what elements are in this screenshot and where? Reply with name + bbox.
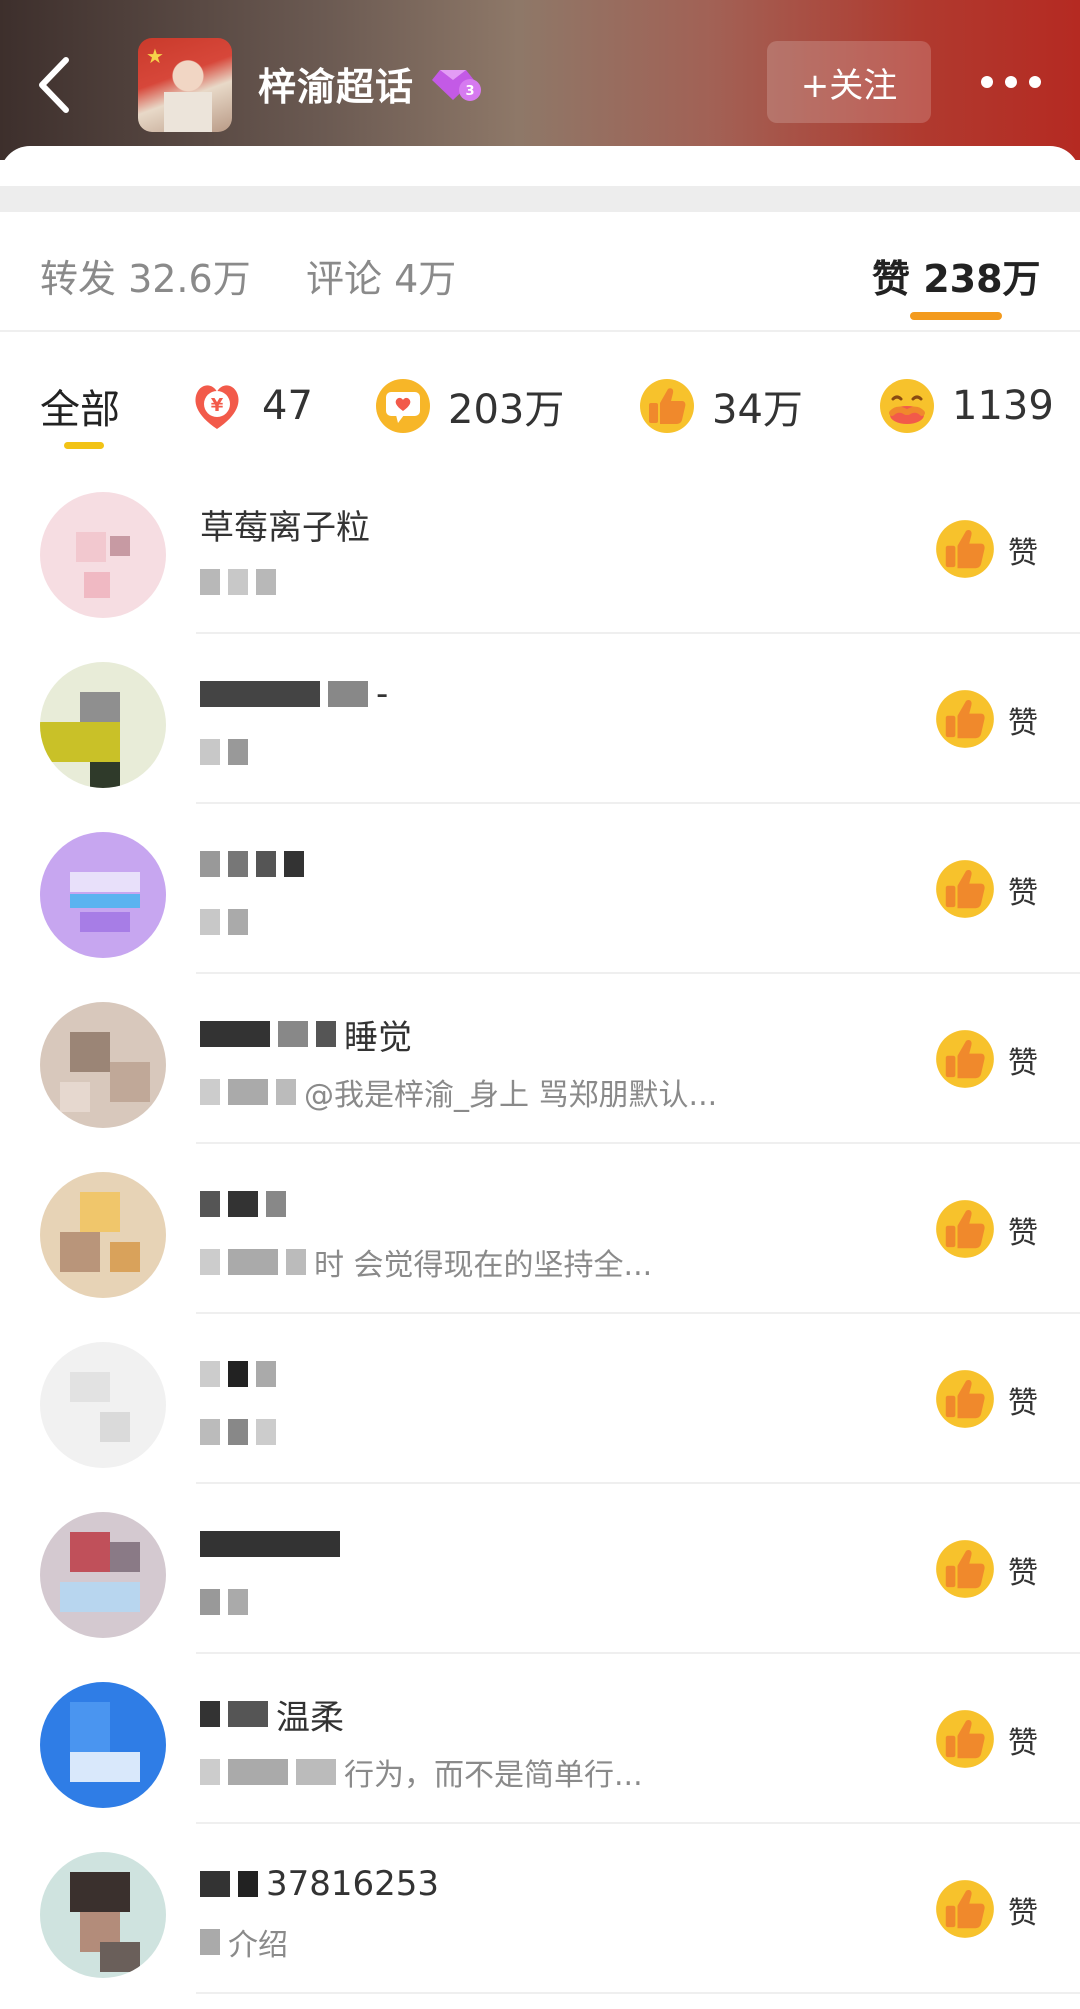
user-name — [200, 842, 312, 886]
interaction-tabs: 转发 32.6万 评论 4万 赞 238万 — [0, 212, 1080, 332]
thumbs-up-icon[interactable] — [934, 518, 996, 580]
topic-avatar[interactable]: ★ — [138, 38, 232, 132]
thumbs-up-icon[interactable] — [934, 1028, 996, 1090]
user-name — [200, 1352, 284, 1396]
chevron-left-icon — [39, 57, 69, 113]
like-label[interactable]: 赞 — [1008, 1208, 1038, 1252]
thumbs-up-icon[interactable] — [934, 1198, 996, 1260]
svg-text:3: 3 — [465, 84, 474, 99]
user-name: 睡觉 — [200, 1012, 412, 1058]
avatar[interactable] — [40, 492, 166, 618]
back-button[interactable] — [28, 50, 84, 120]
list-item[interactable]: - 赞 — [0, 634, 1080, 804]
avatar[interactable] — [40, 1172, 166, 1298]
reaction-filter-bar: 全部 ¥ 47 203万 34万 1139 — [0, 334, 1080, 464]
avatar[interactable] — [40, 1512, 166, 1638]
section-separator — [0, 186, 1080, 212]
reward-count: 47 — [262, 383, 313, 429]
list-item[interactable]: 时 会觉得现在的坚持全... 赞 — [0, 1144, 1080, 1314]
hug-emoji-icon — [880, 379, 934, 433]
list-item[interactable]: 赞 — [0, 1484, 1080, 1654]
heart-bubble-icon — [376, 379, 430, 433]
list-item[interactable]: 温柔 行为，而不是简单行... 赞 — [0, 1654, 1080, 1824]
follow-button[interactable]: +关注 — [767, 41, 931, 123]
user-description — [200, 1582, 256, 1622]
avatar[interactable] — [40, 1852, 166, 1978]
user-description — [200, 562, 284, 602]
topic-title[interactable]: 梓渝超话 — [258, 56, 414, 111]
like-label[interactable]: 赞 — [1008, 1888, 1038, 1932]
svg-text:¥: ¥ — [211, 395, 224, 416]
thumbs-up-icon — [640, 379, 694, 433]
list-item[interactable]: 睡觉 @我是梓渝_身上 骂郑朋默认... 赞 — [0, 974, 1080, 1144]
hug-count: 1139 — [952, 383, 1054, 429]
user-description: 介绍 — [200, 1922, 288, 1963]
list-item[interactable]: 赞 — [0, 1314, 1080, 1484]
like-label[interactable]: 赞 — [1008, 1718, 1038, 1762]
avatar[interactable] — [40, 662, 166, 788]
list-item[interactable]: 37816253 介绍 赞 — [0, 1824, 1080, 1994]
user-name: 37816253 — [200, 1862, 439, 1906]
user-name: 草莓离子粒 — [200, 507, 370, 548]
avatar[interactable] — [40, 832, 166, 958]
like-label[interactable]: 赞 — [1008, 1038, 1038, 1082]
like-label[interactable]: 赞 — [1008, 868, 1038, 912]
tab-comment[interactable]: 评论 4万 — [306, 248, 456, 303]
avatar-person-image — [164, 60, 212, 132]
heart-count: 203万 — [448, 387, 565, 433]
thumbs-up-icon[interactable] — [934, 858, 996, 920]
filter-heart[interactable]: 203万 — [374, 378, 564, 434]
thumb-count: 34万 — [712, 387, 803, 433]
active-tab-indicator — [910, 312, 1002, 320]
avatar[interactable] — [40, 1002, 166, 1128]
top-bar: ★ 梓渝超话 3 +关注 — [0, 0, 1080, 160]
filter-all-label: 全部 — [40, 387, 120, 433]
liker-list: 草莓离子粒 赞 - 赞 赞 睡觉 @我是梓渝_身上 骂郑朋默认... 赞 时 会… — [0, 464, 1080, 1994]
like-label[interactable]: 赞 — [1008, 698, 1038, 742]
user-description — [200, 1412, 284, 1452]
like-label[interactable]: 赞 — [1008, 1378, 1038, 1422]
tab-repost[interactable]: 转发 32.6万 — [40, 248, 251, 303]
avatar[interactable] — [40, 1342, 166, 1468]
thumbs-up-icon[interactable] — [934, 1878, 996, 1940]
filter-active-indicator — [64, 442, 104, 449]
list-item[interactable]: 赞 — [0, 804, 1080, 974]
user-name: - — [200, 672, 388, 716]
user-description — [200, 902, 256, 942]
filter-reward[interactable]: ¥ 47 — [188, 378, 313, 434]
like-label[interactable]: 赞 — [1008, 1548, 1038, 1592]
flag-star-icon: ★ — [146, 44, 164, 68]
filter-thumbs-up[interactable]: 34万 — [638, 378, 803, 434]
like-label[interactable]: 赞 — [1008, 528, 1038, 572]
user-description: 行为，而不是简单行... — [200, 1752, 643, 1793]
user-description: 时 会觉得现在的坚持全... — [200, 1242, 652, 1283]
list-item[interactable]: 草莓离子粒 赞 — [0, 464, 1080, 634]
user-name — [200, 1182, 294, 1226]
thumbs-up-icon[interactable] — [934, 1708, 996, 1770]
user-name: 温柔 — [200, 1692, 344, 1738]
user-name — [200, 1522, 348, 1566]
thumbs-up-icon[interactable] — [934, 1538, 996, 1600]
more-options-icon[interactable] — [978, 64, 1044, 100]
divider — [196, 1992, 1080, 1994]
user-description: @我是梓渝_身上 骂郑朋默认... — [200, 1072, 717, 1113]
tab-like[interactable]: 赞 238万 — [872, 248, 1041, 303]
diamond-level-icon: 3 — [432, 70, 481, 101]
avatar[interactable] — [40, 1682, 166, 1808]
filter-hug[interactable]: 1139 — [878, 378, 1054, 434]
thumbs-up-icon[interactable] — [934, 688, 996, 750]
filter-all[interactable]: 全部 — [40, 378, 120, 434]
thumbs-up-icon[interactable] — [934, 1368, 996, 1430]
reward-yen-icon: ¥ — [195, 385, 239, 429]
user-description — [200, 732, 256, 772]
